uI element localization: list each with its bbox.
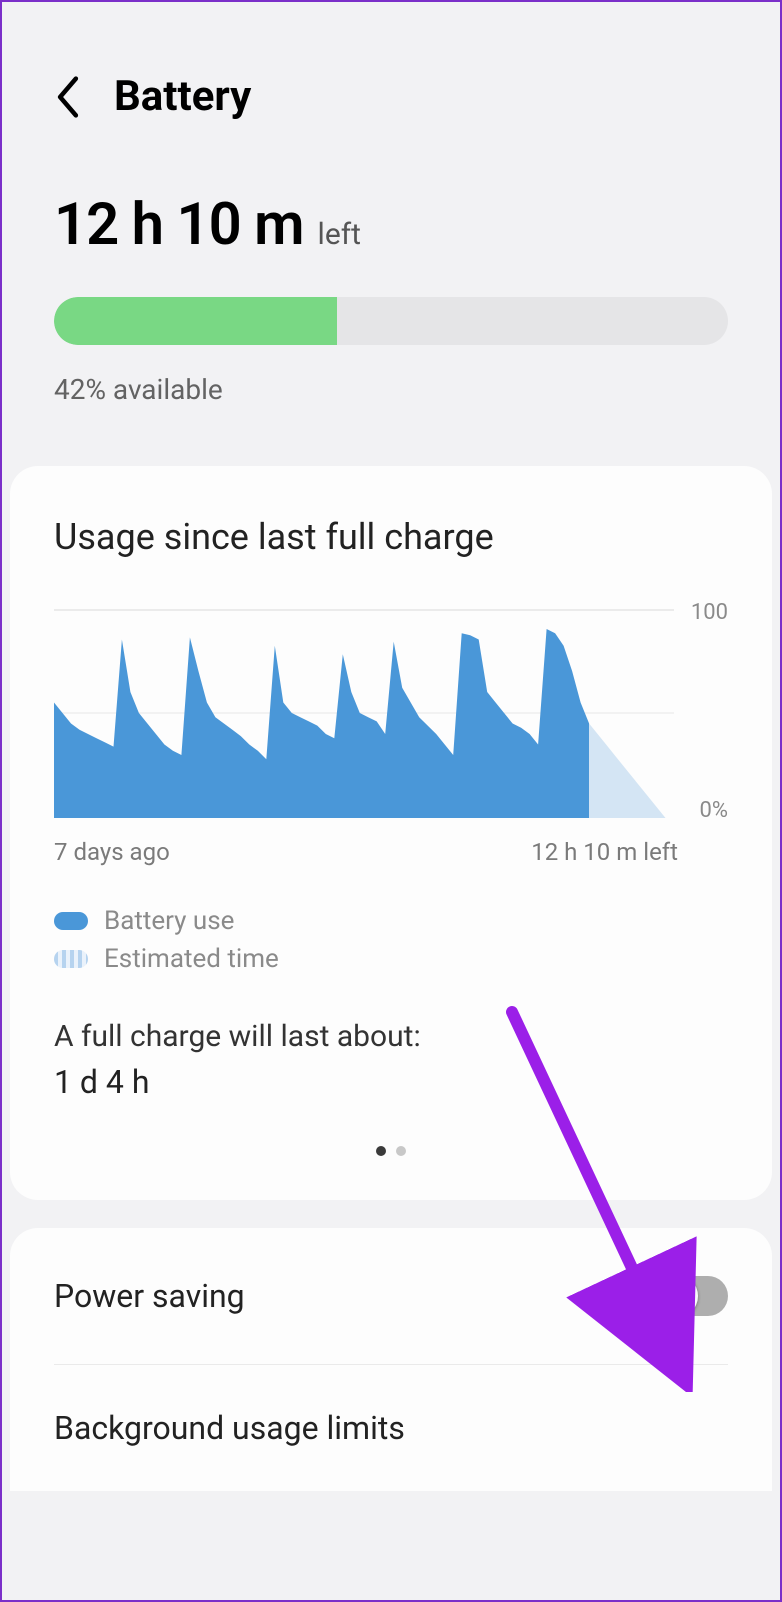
percent-available-label: 42% available [54,373,728,406]
legend-label-battery-use: Battery use [104,906,234,936]
full-charge-value: 1 d 4 h [54,1063,728,1101]
legend-swatch-estimated [54,950,88,968]
full-charge-label: A full charge will last about: [54,1014,728,1059]
legend-label-estimated: Estimated time [104,944,279,974]
usage-card-title: Usage since last full charge [54,516,728,558]
legend-swatch-battery-use [54,912,88,930]
power-saving-toggle[interactable] [656,1276,728,1316]
page-title: Battery [114,72,251,121]
battery-progress-fill [54,297,337,345]
x-start-label: 7 days ago [54,838,170,866]
chart-legend: Battery use Estimated time [54,906,728,974]
background-usage-limits-label: Background usage limits [54,1409,405,1447]
page-indicator[interactable] [54,1141,728,1160]
usage-chart: 100 0% [54,608,728,828]
settings-list: Power saving Background usage limits [10,1228,772,1491]
page-dot[interactable] [396,1146,406,1156]
row-separator [631,1272,632,1320]
battery-progress-track [54,297,728,345]
power-saving-row[interactable]: Power saving [10,1228,772,1364]
time-remaining-suffix: left [318,217,361,252]
x-end-label: 12 h 10 m left [531,838,678,866]
back-icon[interactable] [52,76,84,118]
x-axis-labels: 7 days ago 12 h 10 m left [54,838,728,866]
background-usage-limits-row[interactable]: Background usage limits [10,1365,772,1491]
power-saving-label: Power saving [54,1277,245,1315]
page-dot[interactable] [376,1146,386,1156]
header: Battery [2,2,780,161]
usage-card[interactable]: Usage since last full charge 100 0% 7 da… [10,466,772,1200]
toggle-knob [654,1274,698,1318]
battery-summary: 12 h 10 m left 42% available [2,161,780,466]
time-remaining: 12 h 10 m [54,191,304,259]
y-min-label: 0% [700,798,728,823]
y-max-label: 100 [691,600,728,625]
